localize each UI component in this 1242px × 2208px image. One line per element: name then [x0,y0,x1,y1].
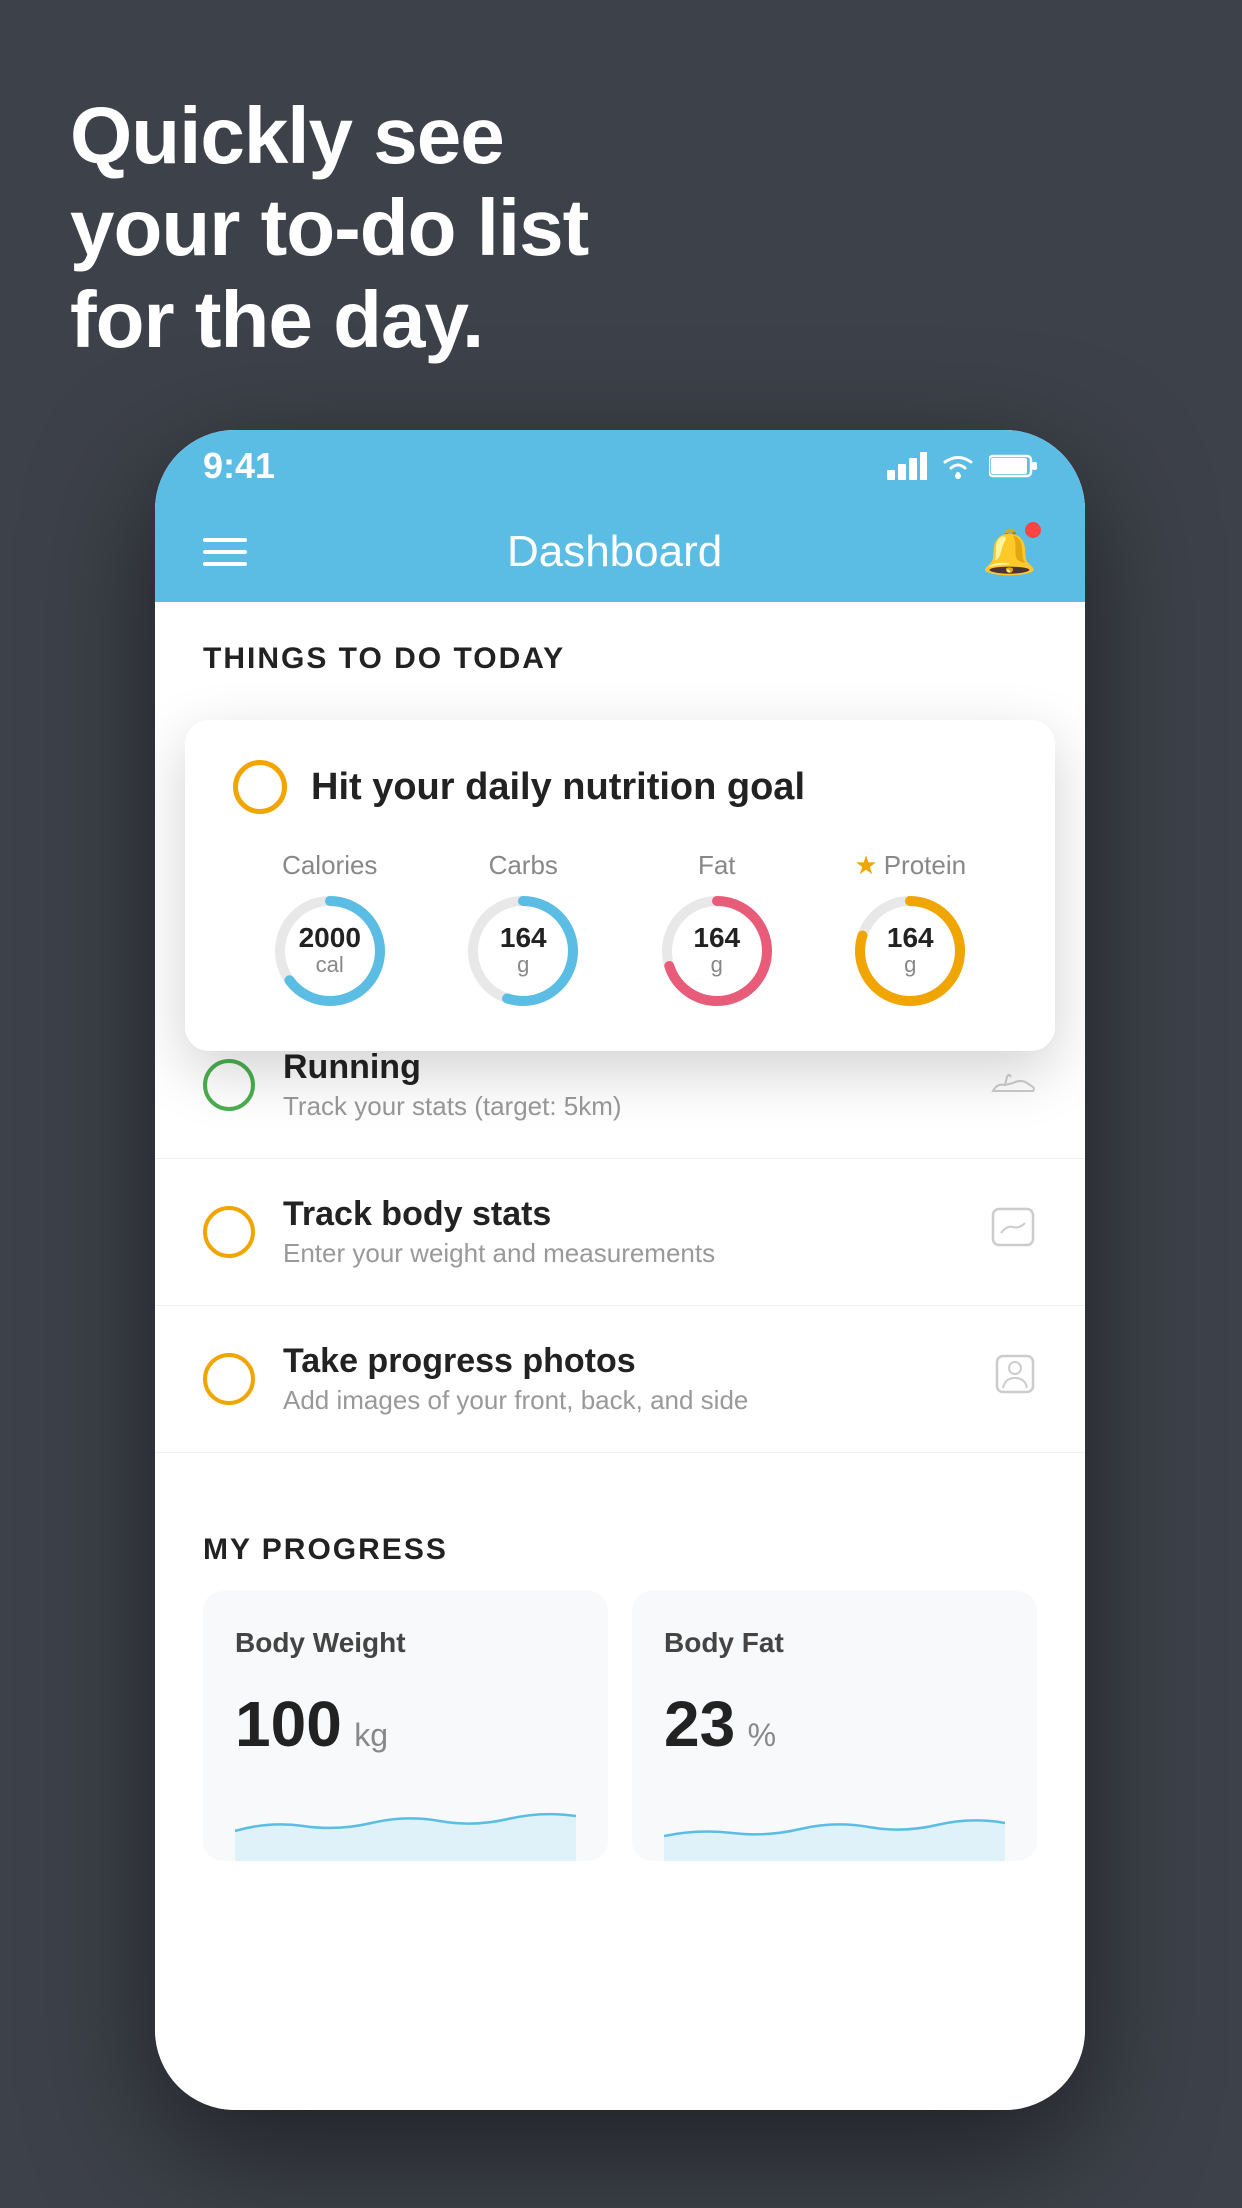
list-item-photos[interactable]: Take progress photos Add images of your … [155,1306,1085,1453]
nutrition-card[interactable]: Hit your daily nutrition goal Calories [185,720,1055,1051]
list-item-body-stats[interactable]: Track body stats Enter your weight and m… [155,1159,1085,1306]
calories-value: 2000 [299,924,361,952]
nutrition-card-header: Hit your daily nutrition goal [233,760,1007,814]
photos-text: Take progress photos Add images of your … [283,1342,965,1416]
headline-line3: for the day. [70,274,588,366]
battery-icon [989,453,1037,479]
running-checkbox[interactable] [203,1059,255,1111]
fat-label: Fat [698,850,736,881]
macro-calories: Calories 2000 cal [270,850,390,1011]
notification-bell[interactable]: 🔔 [982,526,1037,578]
body-fat-card-title: Body Fat [664,1627,1005,1659]
status-time: 9:41 [203,445,275,487]
hamburger-menu[interactable] [203,538,247,566]
person-icon [993,1352,1037,1407]
body-weight-card-title: Body Weight [235,1627,576,1659]
body-weight-unit: kg [354,1717,388,1753]
macro-protein: ★ Protein 164 g [850,850,970,1011]
nutrition-checkbox[interactable] [233,760,287,814]
body-weight-row: 100 kg [235,1687,576,1761]
phone-mockup: 9:41 [155,430,1085,2110]
running-subtitle: Track your stats (target: 5km) [283,1091,961,1122]
headline-line1: Quickly see [70,90,588,182]
fat-center: 164 g [693,924,740,978]
calories-center: 2000 cal [299,924,361,978]
protein-donut: 164 g [850,891,970,1011]
macros-row: Calories 2000 cal [233,850,1007,1011]
body-weight-chart [235,1781,576,1861]
status-icons [887,452,1037,480]
things-section-header: THINGS TO DO TODAY [155,602,1085,696]
carbs-unit: g [500,952,547,978]
protein-center: 164 g [887,924,934,978]
calories-label: Calories [282,850,377,881]
photos-checkbox[interactable] [203,1353,255,1405]
star-icon: ★ [854,850,877,881]
body-fat-unit: % [748,1717,776,1753]
macro-carbs: Carbs 164 g [463,850,583,1011]
body-stats-checkbox[interactable] [203,1206,255,1258]
body-fat-chart [664,1781,1005,1861]
running-title: Running [283,1048,961,1087]
body-fat-value: 23 [664,1688,735,1760]
body-fat-card: Body Fat 23 % [632,1591,1037,1861]
progress-title: MY PROGRESS [203,1493,1037,1591]
photos-subtitle: Add images of your front, back, and side [283,1385,965,1416]
carbs-value: 164 [500,924,547,952]
scale-icon [989,1205,1037,1260]
fat-donut: 164 g [657,891,777,1011]
protein-label: ★ Protein [854,850,966,881]
carbs-label: Carbs [489,850,558,881]
body-fat-row: 23 % [664,1687,1005,1761]
phone-screen: 9:41 [155,430,1085,2110]
protein-value: 164 [887,924,934,952]
fat-unit: g [693,952,740,978]
protein-unit: g [887,952,934,978]
hamburger-line [203,550,247,554]
wifi-icon [939,452,977,480]
progress-section: MY PROGRESS Body Weight 100 kg [155,1453,1085,1861]
hamburger-line [203,562,247,566]
headline-line2: your to-do list [70,182,588,274]
hamburger-line [203,538,247,542]
body-weight-value: 100 [235,1688,342,1760]
body-weight-card: Body Weight 100 kg [203,1591,608,1861]
carbs-center: 164 g [500,924,547,978]
fat-value: 164 [693,924,740,952]
body-stats-subtitle: Enter your weight and measurements [283,1238,961,1269]
status-bar: 9:41 [155,430,1085,502]
headline-text: Quickly see your to-do list for the day. [70,90,588,366]
carbs-donut: 164 g [463,891,583,1011]
photos-title: Take progress photos [283,1342,965,1381]
body-stats-title: Track body stats [283,1195,961,1234]
macro-fat: Fat 164 g [657,850,777,1011]
todo-list: Running Track your stats (target: 5km) [155,1012,1085,1861]
shoe-icon [989,1060,1037,1110]
calories-donut: 2000 cal [270,891,390,1011]
progress-cards: Body Weight 100 kg [203,1591,1037,1861]
body-stats-text: Track body stats Enter your weight and m… [283,1195,961,1269]
running-text: Running Track your stats (target: 5km) [283,1048,961,1122]
nav-bar: Dashboard 🔔 [155,502,1085,602]
nutrition-card-title: Hit your daily nutrition goal [311,766,805,809]
phone-content: THINGS TO DO TODAY Hit your daily nutrit… [155,602,1085,2110]
notification-dot [1025,522,1041,538]
signal-icon [887,452,927,480]
nav-title: Dashboard [507,527,722,577]
calories-unit: cal [299,952,361,978]
